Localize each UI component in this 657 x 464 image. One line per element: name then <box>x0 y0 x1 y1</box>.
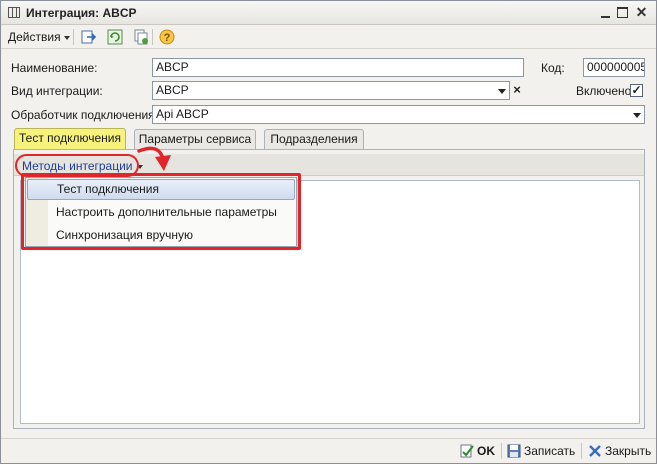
refresh-icon[interactable] <box>107 29 123 45</box>
enabled-checkbox[interactable]: ✓ <box>630 84 643 97</box>
move-icon[interactable] <box>81 29 97 45</box>
integration-type-value: ABCP <box>156 83 189 97</box>
tab-connection-test[interactable]: Тест подключения <box>14 128 126 150</box>
chevron-down-icon <box>63 35 70 40</box>
bottom-divider <box>501 443 502 459</box>
form-icon <box>8 7 20 18</box>
handler-value: Api ABCP <box>156 107 209 121</box>
toolbar-divider <box>152 29 153 45</box>
save-icon <box>507 444 521 458</box>
handler-field[interactable]: Api ABCP <box>152 105 645 124</box>
close-icon[interactable]: ✕ <box>635 5 648 19</box>
actions-label: Действия <box>8 30 61 44</box>
chevron-down-icon[interactable] <box>630 106 644 123</box>
svg-text:?: ? <box>164 32 171 44</box>
close-x-icon <box>589 445 601 457</box>
integration-type-label: Вид интеграции: <box>11 84 103 98</box>
toolbar: Действия ? <box>1 25 656 49</box>
name-field[interactable]: ABCP <box>152 58 524 77</box>
integration-window: Интеграция: ABCP ✕ Действия ? Наименован… <box>0 0 657 464</box>
integration-type-field[interactable]: ABCP <box>152 81 510 100</box>
close-label: Закрыть <box>605 444 652 458</box>
window-title: Интеграция: ABCP <box>26 6 137 20</box>
check-doc-icon <box>460 444 474 458</box>
help-icon[interactable]: ? <box>159 29 175 45</box>
save-button[interactable]: Записать <box>507 444 575 458</box>
ok-label: OK <box>477 444 495 458</box>
actions-menu-button[interactable]: Действия <box>8 30 70 44</box>
code-field[interactable]: 000000005 <box>583 58 645 77</box>
title-bar: Интеграция: ABCP ✕ <box>1 1 656 25</box>
ok-button[interactable]: OK <box>460 444 495 458</box>
bottom-divider <box>581 443 582 459</box>
minimize-button[interactable] <box>599 6 612 19</box>
close-button[interactable]: Закрыть <box>588 444 651 458</box>
maximize-button[interactable] <box>617 7 628 18</box>
clear-icon[interactable]: × <box>510 81 524 100</box>
toolbar-divider <box>73 29 74 45</box>
copy-icon[interactable] <box>133 29 149 45</box>
name-label: Наименование: <box>11 61 98 75</box>
chevron-down-icon[interactable] <box>495 82 509 99</box>
tab-departments[interactable]: Подразделения <box>264 129 364 149</box>
code-label: Код: <box>541 61 565 75</box>
handler-label: Обработчик подключения: <box>11 108 158 122</box>
save-label: Записать <box>524 444 576 458</box>
enabled-label: Включено <box>576 84 632 98</box>
bottom-bar: OK Записать Закрыть <box>1 438 656 463</box>
annotation-frame <box>21 173 301 250</box>
